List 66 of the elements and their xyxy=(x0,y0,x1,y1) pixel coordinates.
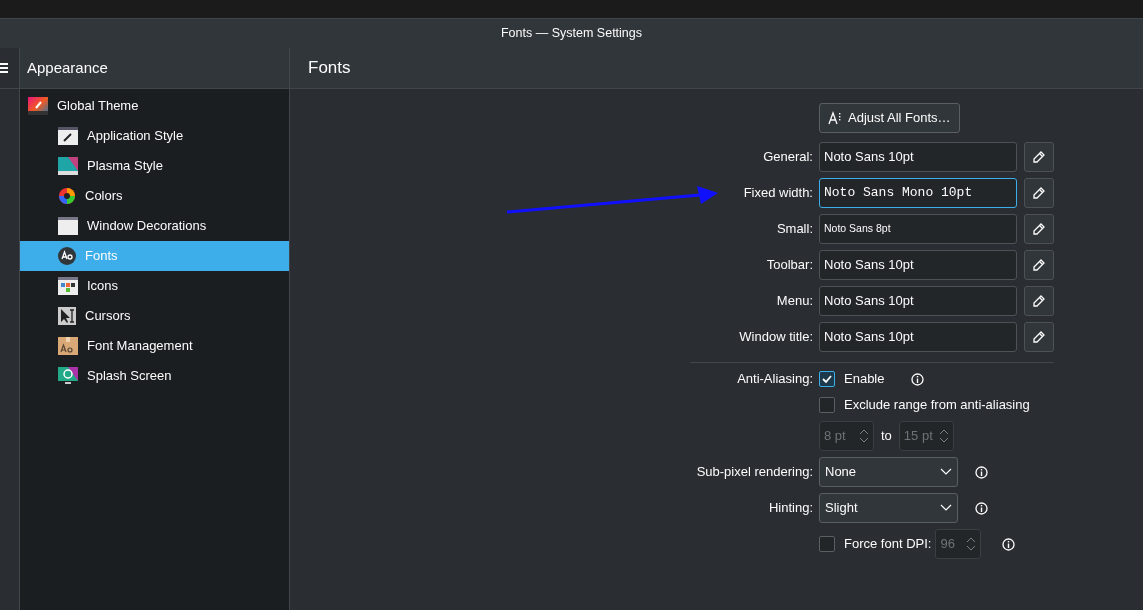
window-title: Fonts — System Settings xyxy=(501,25,642,43)
sidebar-item[interactable]: Window Decorations xyxy=(20,211,289,241)
range-label: to xyxy=(881,427,892,446)
sidebar-item[interactable]: Plasma Style xyxy=(20,151,289,181)
font-icon xyxy=(58,247,76,265)
field-label: Window title: xyxy=(739,328,813,347)
color-wheel-icon xyxy=(58,187,76,205)
sidebar-item[interactable]: Icons xyxy=(20,271,289,301)
checkbox[interactable] xyxy=(819,371,835,387)
sidebar-item[interactable]: Cursors xyxy=(20,301,289,331)
subpixel-dropdown[interactable]: None xyxy=(819,457,958,487)
edit-font-button[interactable] xyxy=(1024,286,1054,316)
icon-grid-icon xyxy=(58,277,78,295)
monitor-icon xyxy=(58,367,78,385)
font-field[interactable]: Noto Sans 10pt xyxy=(819,250,1017,280)
menu-icon[interactable] xyxy=(0,62,8,74)
pencil-icon xyxy=(1032,294,1046,308)
font-field[interactable]: Noto Sans 10pt xyxy=(819,322,1017,352)
font-field[interactable]: Noto Sans Mono 10pt xyxy=(819,178,1017,208)
sidebar-item[interactable]: Font Management xyxy=(20,331,289,361)
pencil-icon xyxy=(1032,150,1046,164)
window-icon xyxy=(58,217,78,235)
field-label: Menu: xyxy=(776,292,813,311)
adjust-all-fonts-button[interactable]: Adjust All Fonts… xyxy=(819,103,960,133)
field-label: General: xyxy=(763,148,813,167)
theme-icon xyxy=(28,97,48,115)
info-icon[interactable] xyxy=(975,501,988,515)
checkbox-label: Exclude range from anti-aliasing xyxy=(844,396,1030,415)
checkbox-label: Enable xyxy=(844,370,885,389)
font-field[interactable]: Noto Sans 8pt xyxy=(819,214,1017,244)
chevron-down-icon xyxy=(940,468,952,476)
brush-window-icon xyxy=(58,127,78,145)
sidebar-item[interactable]: Splash Screen xyxy=(20,361,289,391)
sidebar-header: Appearance xyxy=(27,57,108,78)
field-label: Fixed width: xyxy=(743,184,813,203)
hinting-dropdown[interactable]: Slight xyxy=(819,493,958,523)
checkbox-label: Force font DPI: xyxy=(844,535,932,554)
plasma-style-icon xyxy=(58,157,78,175)
info-icon[interactable] xyxy=(1002,537,1016,551)
checkbox[interactable] xyxy=(819,397,835,413)
field-label: Small: xyxy=(776,220,813,239)
cursor-icon xyxy=(58,307,76,325)
font-field[interactable]: Noto Sans 10pt xyxy=(819,286,1017,316)
pencil-icon xyxy=(1032,330,1046,344)
field-label: Hinting: xyxy=(768,499,813,518)
sidebar-item[interactable]: Application Style xyxy=(20,121,289,151)
field-label: Sub-pixel rendering: xyxy=(696,463,813,482)
pencil-icon xyxy=(1032,222,1046,236)
font-adjust-icon xyxy=(828,111,842,125)
sidebar-item[interactable]: Colors xyxy=(20,181,289,211)
edit-font-button[interactable] xyxy=(1024,142,1054,172)
field-label: Toolbar: xyxy=(766,256,813,275)
edit-font-button[interactable] xyxy=(1024,178,1054,208)
edit-font-button[interactable] xyxy=(1024,250,1054,280)
edit-font-button[interactable] xyxy=(1024,322,1054,352)
pencil-icon xyxy=(1032,186,1046,200)
info-icon[interactable] xyxy=(975,465,988,479)
font-field[interactable]: Noto Sans 10pt xyxy=(819,142,1017,172)
pencil-icon xyxy=(1032,258,1046,272)
field-label: Anti-Aliasing: xyxy=(737,370,813,389)
sidebar-item[interactable]: Global Theme xyxy=(20,91,289,121)
page-title: Fonts xyxy=(308,57,351,80)
font-box-icon xyxy=(58,337,78,355)
chevron-down-icon xyxy=(940,504,952,512)
edit-font-button[interactable] xyxy=(1024,214,1054,244)
info-icon[interactable] xyxy=(911,372,925,386)
